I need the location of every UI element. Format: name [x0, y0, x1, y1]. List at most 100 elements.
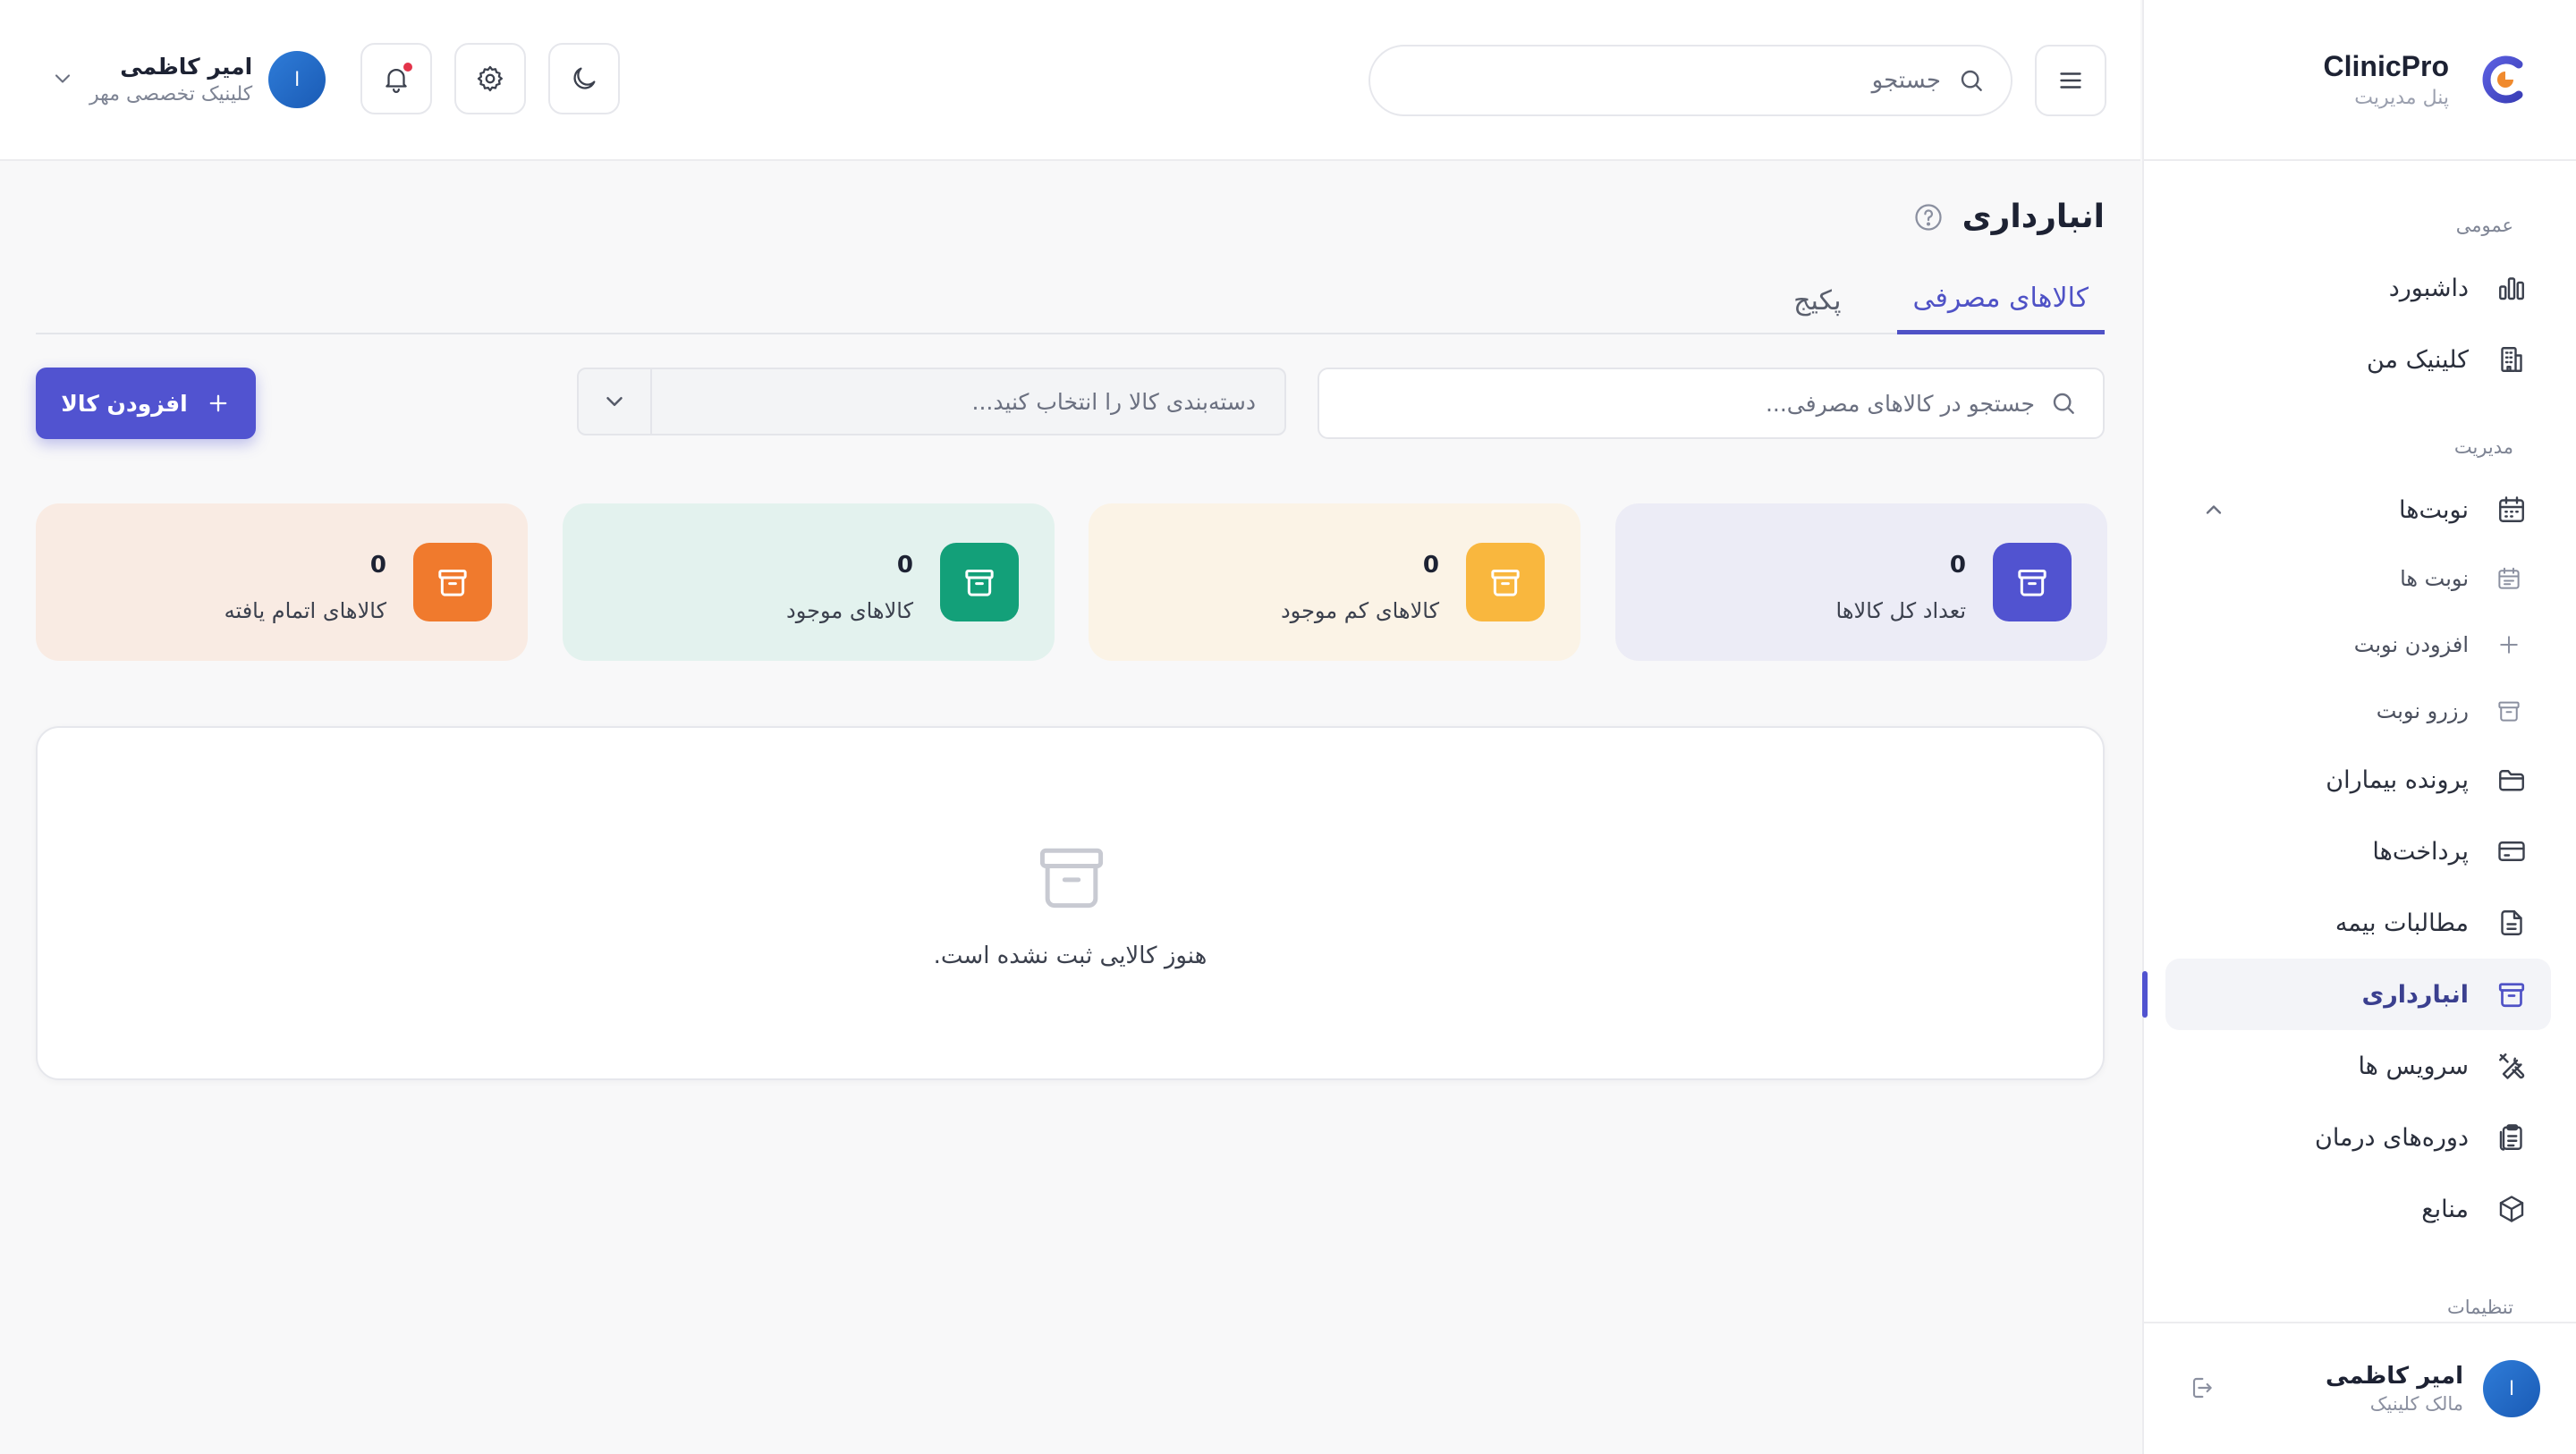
stat-value: 0: [1422, 552, 1439, 579]
sidebar-item-label: دوره‌های درمان: [2314, 1123, 2469, 1152]
stat-badge: [413, 543, 492, 621]
sidebar-item-label: مطالبات بیمه: [2334, 909, 2469, 937]
search-icon: [2049, 389, 2078, 418]
hamburger-icon: [2060, 72, 2081, 89]
search-icon: [1957, 66, 1986, 95]
avatar: ا: [2483, 1360, 2540, 1417]
sidebar-item-appointments[interactable]: نوبت‌ها: [2165, 474, 2551, 545]
sidebar-item-payments[interactable]: پرداخت‌ها: [2165, 816, 2551, 887]
clipboard-icon: [2496, 1121, 2528, 1154]
sidebar: ClinicPro پنل مدیریت عمومی داشبورد کلینی…: [2142, 0, 2576, 1454]
stat-card-total: 0 تعداد کل کالاها: [1615, 503, 2107, 661]
sidebar-subitem-add-appointment[interactable]: افزودن نوبت: [2165, 612, 2551, 678]
brand-name: ClinicPro: [2323, 50, 2449, 82]
sidebar-item-label: انبارداری: [2361, 980, 2470, 1009]
page-title-row: انبارداری: [1912, 199, 2105, 235]
menu-toggle-button[interactable]: [2035, 45, 2106, 116]
brand-header: ClinicPro پنل مدیریت: [2144, 0, 2576, 161]
archive-box-icon: [1030, 835, 1113, 917]
sidebar-item-label: پرداخت‌ها: [2372, 837, 2469, 866]
bar-chart-icon: [2496, 272, 2528, 304]
sidebar-subitem-reserve-appointment[interactable]: رزرو نوبت: [2165, 678, 2551, 744]
chevron-down-icon[interactable]: [579, 369, 652, 434]
clinic-name: کلینیک تخصصی مهر: [89, 83, 253, 106]
top-user-menu[interactable]: ا امیر کاظمی کلینیک تخصصی مهر: [89, 50, 326, 109]
sidebar-user-profile[interactable]: ا امیر کاظمی مالک کلینیک: [2144, 1322, 2576, 1454]
archive-box-icon: [1491, 570, 1520, 596]
empty-state-card: هنوز کالایی ثبت نشده است.: [36, 726, 2105, 1080]
chevron-down-icon[interactable]: [50, 66, 75, 91]
global-search-input[interactable]: جستجو: [1368, 45, 2012, 116]
search-placeholder: جستجو در کالاهای مصرفی...: [1765, 390, 2035, 417]
user-role: مالک کلینیک: [2369, 1393, 2463, 1415]
sidebar-item-patient-records[interactable]: پرونده بیماران: [2165, 744, 2551, 816]
page-title: انبارداری: [1962, 199, 2105, 235]
notification-dot: [403, 63, 412, 72]
sidebar-item-inventory[interactable]: انبارداری: [2142, 959, 2551, 1030]
sidebar-subitem-label: افزودن نوبت: [2353, 632, 2469, 657]
stat-badge: [1466, 543, 1545, 621]
empty-state-message: هنوز کالایی ثبت نشده است.: [933, 943, 1208, 969]
cube-icon: [2496, 1193, 2528, 1225]
add-item-label: افزودن کالا: [61, 390, 188, 417]
stat-value: 0: [369, 552, 386, 579]
consumables-search-input[interactable]: جستجو در کالاهای مصرفی...: [1318, 368, 2105, 439]
user-name: امیر کاظمی: [120, 54, 253, 80]
logout-icon[interactable]: [2187, 1374, 2216, 1402]
chevron-up-icon[interactable]: [2201, 497, 2226, 522]
sidebar-item-label: سرویس ها: [2358, 1052, 2469, 1080]
plus-icon: [209, 394, 227, 412]
help-circle-icon[interactable]: [1912, 201, 1945, 233]
sidebar-item-resources[interactable]: منابع: [2165, 1173, 2551, 1245]
stat-badge: [940, 543, 1019, 621]
stat-label: کالاهای موجود: [786, 598, 913, 623]
stat-value: 0: [1949, 552, 1966, 579]
sidebar-item-insurance-claims[interactable]: مطالبات بیمه: [2165, 887, 2551, 959]
sidebar-item-treatment-courses[interactable]: دوره‌های درمان: [2165, 1102, 2551, 1173]
calendar-small-icon: [2496, 565, 2522, 592]
category-select[interactable]: دسته‌بندی کالا را انتخاب کنید...: [577, 368, 1286, 435]
sidebar-item-label: پرونده بیماران: [2326, 765, 2469, 794]
top-header: جستجو ا امیر کاظمی کلینیک تخصصی مهر: [0, 0, 2140, 161]
category-placeholder: دسته‌بندی کالا را انتخاب کنید...: [971, 388, 1257, 415]
active-indicator: [2142, 971, 2148, 1018]
sidebar-subitem-label: نوبت ها: [2400, 566, 2469, 591]
archive-box-icon: [2018, 570, 2046, 596]
sidebar-nav: عمومی داشبورد کلینیک من مدیریت نوبت‌ها: [2142, 161, 2576, 1323]
stat-label: تعداد کل کالاها: [1835, 598, 1966, 623]
archive-box-icon: [438, 570, 467, 596]
add-item-button[interactable]: افزودن کالا: [36, 368, 256, 439]
tab-consumables[interactable]: کالاهای مصرفی: [1896, 266, 2105, 334]
stat-card-out-of-stock: 0 کالاهای اتمام یافته: [36, 503, 528, 661]
archive-box-icon: [2496, 697, 2522, 724]
stat-label: کالاهای کم موجود: [1280, 598, 1439, 623]
sidebar-item-dashboard[interactable]: داشبورد: [2165, 252, 2551, 324]
sidebar-item-label: داشبورد: [2388, 274, 2469, 302]
tab-package[interactable]: پکیج: [1777, 266, 1857, 334]
stat-card-in-stock: 0 کالاهای موجود: [563, 503, 1055, 661]
stat-label: کالاهای اتمام یافته: [224, 598, 386, 623]
dark-mode-toggle-button[interactable]: [548, 43, 620, 114]
section-management: مدیریت: [2453, 436, 2513, 458]
document-icon: [2496, 907, 2528, 939]
sidebar-subitem-appointments-list[interactable]: نوبت ها: [2165, 545, 2551, 612]
search-placeholder: جستجو: [1871, 67, 1941, 94]
sidebar-item-label: منابع: [2421, 1195, 2469, 1223]
clinicpro-logo-icon: [2478, 52, 2533, 107]
calendar-icon: [2496, 494, 2528, 526]
gear-icon: [477, 65, 504, 92]
sidebar-item-services[interactable]: سرویس ها: [2165, 1030, 2551, 1102]
plus-icon: [2496, 631, 2522, 658]
stat-value: 0: [896, 552, 913, 579]
user-name: امیر کاظمی: [2326, 1363, 2463, 1390]
settings-button[interactable]: [454, 43, 526, 114]
sidebar-subitem-label: رزرو نوبت: [2376, 698, 2469, 723]
notifications-button[interactable]: [360, 43, 432, 114]
sidebar-item-my-clinic[interactable]: کلینیک من: [2165, 324, 2551, 395]
stat-badge: [1993, 543, 2072, 621]
sidebar-item-label: نوبت‌ها: [2399, 495, 2469, 524]
stat-card-low-stock: 0 کالاهای کم موجود: [1089, 503, 1580, 661]
moon-icon: [573, 67, 596, 89]
archive-box-icon: [2496, 978, 2528, 1010]
avatar: ا: [268, 51, 326, 108]
